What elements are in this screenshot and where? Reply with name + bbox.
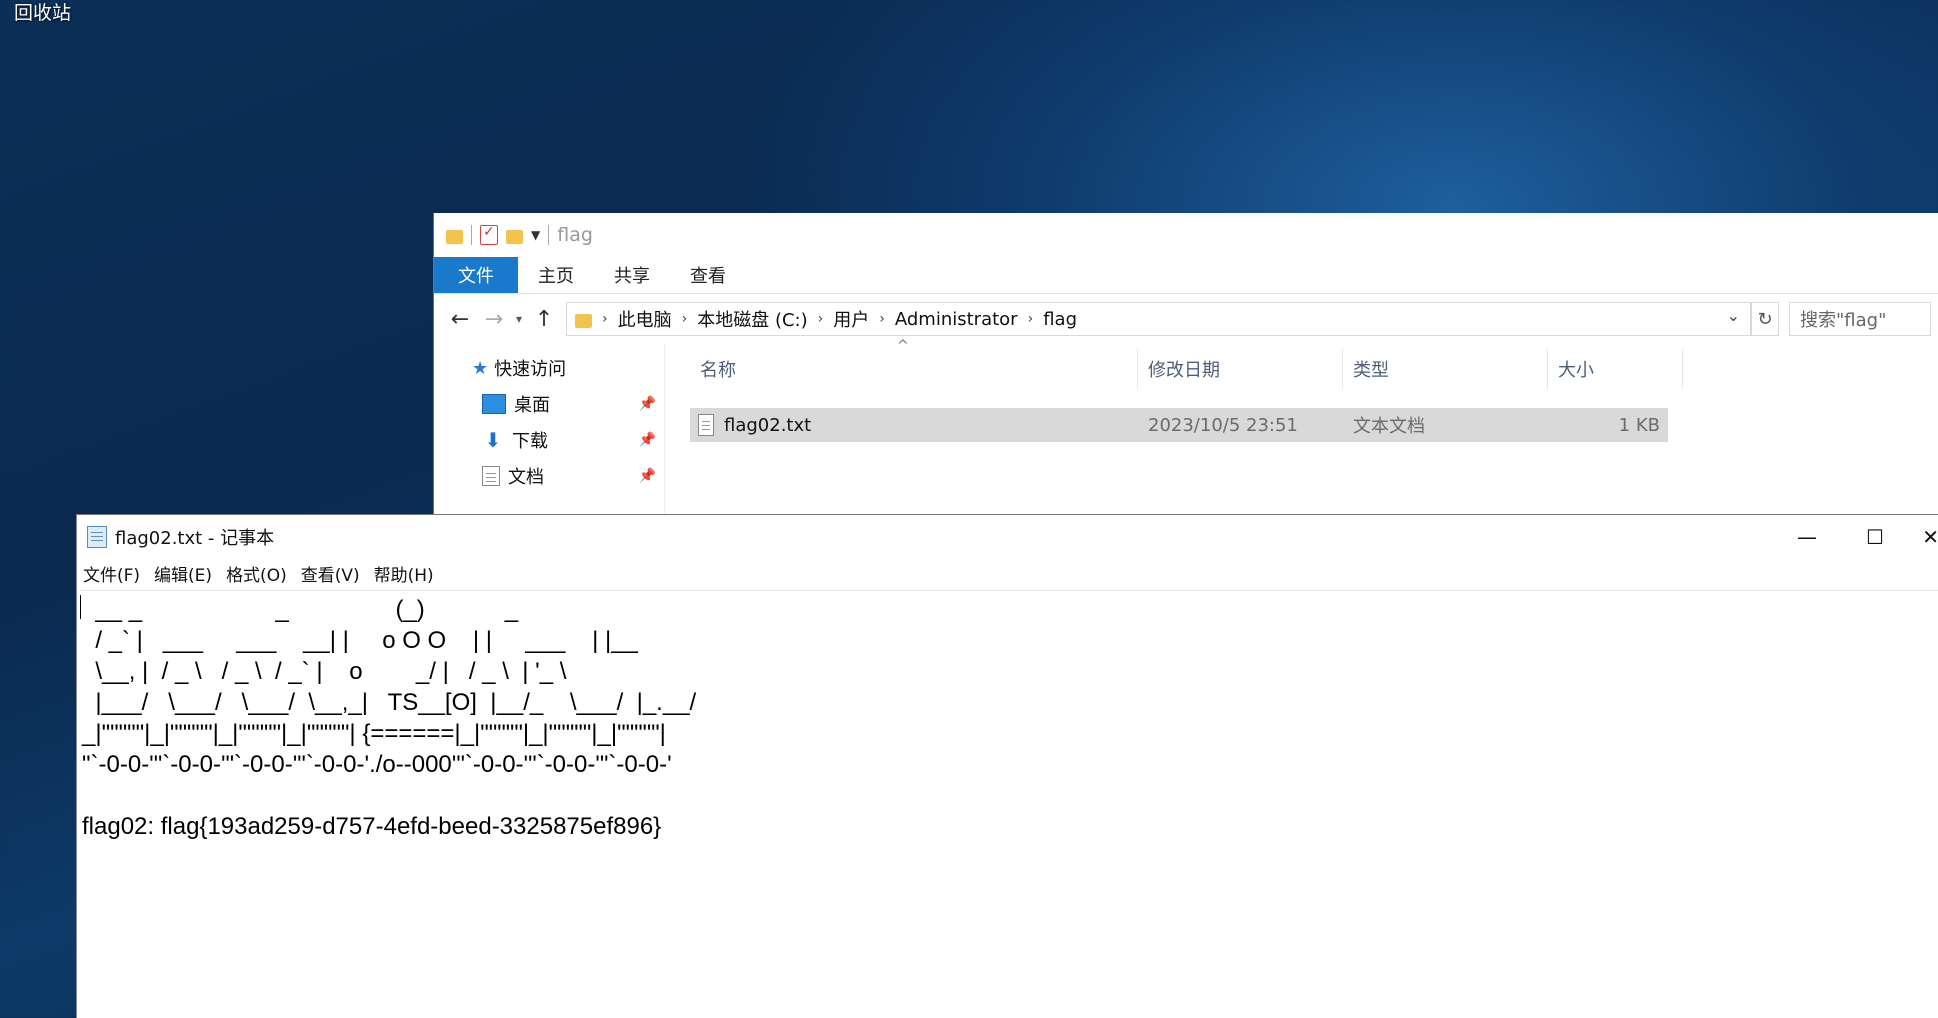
column-type[interactable]: 类型	[1343, 349, 1548, 389]
refresh-icon[interactable]: ↻	[1751, 302, 1780, 336]
file-name-cell: flag02.txt	[690, 414, 1138, 436]
chevron-right-icon[interactable]: ›	[1028, 311, 1034, 327]
download-icon: ⬇	[484, 428, 502, 452]
text-editor[interactable]: __ _ _ (_) _ / _` | ___ ___ __| | o O O …	[80, 590, 1938, 1018]
chevron-right-icon[interactable]: ›	[879, 311, 885, 327]
properties-icon[interactable]	[480, 224, 498, 245]
file-row[interactable]: flag02.txt 2023/10/5 23:51 文本文档 1 KB	[690, 408, 1668, 442]
search-input[interactable]: 搜索"flag"	[1789, 302, 1932, 336]
maximize-icon[interactable]: ☐	[1841, 515, 1909, 559]
tab-home[interactable]: 主页	[518, 257, 594, 293]
breadcrumb-users[interactable]: 用户	[833, 306, 869, 332]
breadcrumb-administrator[interactable]: Administrator	[895, 309, 1018, 330]
nav-item-label: 下载	[512, 431, 548, 452]
chevron-right-icon[interactable]: ›	[818, 311, 824, 327]
desktop-icon	[482, 394, 506, 414]
pin-icon[interactable]: 📌	[639, 468, 656, 484]
chevron-right-icon[interactable]: ›	[682, 311, 688, 327]
navigation-pane: ★ 快速访问 桌面 📌 ⬇ 下载 📌 文档 📌	[434, 344, 665, 518]
address-bar[interactable]: › 此电脑 › 本地磁盘 (C:) › 用户 › Administrator ›…	[566, 302, 1752, 336]
file-modified: 2023/10/5 23:51	[1148, 414, 1298, 436]
back-arrow-icon[interactable]: ←	[448, 307, 472, 332]
notepad-titlebar: flag02.txt - 记事本 — ☐ ✕	[77, 515, 1938, 559]
notepad-window: flag02.txt - 记事本 — ☐ ✕ 文件(F) 编辑(E) 格式(O)…	[76, 514, 1938, 1018]
nav-item-downloads[interactable]: ⬇ 下载 📌	[434, 422, 664, 458]
divider	[471, 225, 472, 245]
tab-view[interactable]: 查看	[670, 257, 746, 293]
nav-item-label: 快速访问	[494, 359, 567, 380]
nav-item-label: 文档	[508, 467, 544, 488]
minimize-icon[interactable]: —	[1773, 515, 1841, 559]
chevron-right-icon[interactable]: ›	[602, 311, 608, 327]
up-arrow-icon[interactable]: ↑	[532, 307, 556, 332]
menu-format[interactable]: 格式(O)	[226, 561, 287, 586]
new-folder-icon[interactable]	[506, 229, 523, 244]
folder-icon	[575, 313, 593, 328]
menu-help[interactable]: 帮助(H)	[374, 561, 434, 586]
menu-edit[interactable]: 编辑(E)	[154, 561, 212, 586]
recycle-bin-label[interactable]: 回收站	[14, 0, 71, 25]
file-list: ^ 名称 修改日期 类型 大小 flag02.txt 2023/10/5 23:…	[665, 338, 1938, 518]
notepad-icon	[87, 526, 107, 548]
tab-share[interactable]: 共享	[594, 257, 670, 293]
file-type: 文本文档	[1353, 416, 1425, 437]
divider	[548, 225, 550, 245]
column-date-modified[interactable]: 修改日期	[1138, 349, 1343, 389]
recent-locations-chevron-icon[interactable]: ▾	[516, 312, 522, 326]
file-explorer-window: ▼ flag 文件 主页 共享 查看 ← → ▾ ↑ › 此电脑 › 本地磁盘 …	[433, 213, 1938, 518]
menu-file[interactable]: 文件(F)	[83, 561, 140, 586]
text-file-icon	[698, 414, 714, 436]
notepad-menubar: 文件(F) 编辑(E) 格式(O) 查看(V) 帮助(H)	[77, 559, 1938, 587]
menu-view[interactable]: 查看(V)	[301, 561, 360, 586]
column-headers: ^ 名称 修改日期 类型 大小	[665, 338, 1938, 394]
chevron-down-icon[interactable]: ⌄	[1727, 306, 1740, 325]
window-title: flag	[557, 224, 593, 246]
close-icon[interactable]: ✕	[1909, 515, 1938, 559]
explorer-titlebar: ▼ flag	[434, 213, 1938, 257]
column-size[interactable]: 大小	[1548, 349, 1683, 389]
nav-item-documents[interactable]: 文档 📌	[434, 458, 664, 494]
sort-ascending-icon: ^	[897, 338, 909, 354]
breadcrumb-flag[interactable]: flag	[1043, 309, 1077, 330]
pin-icon[interactable]: 📌	[639, 432, 656, 448]
ribbon-tabs: 文件 主页 共享 查看	[434, 257, 1938, 294]
address-row: ← → ▾ ↑ › 此电脑 › 本地磁盘 (C:) › 用户 › Adminis…	[434, 294, 1938, 344]
nav-item-label: 桌面	[514, 395, 550, 416]
nav-item-quick-access[interactable]: ★ 快速访问	[434, 350, 664, 386]
nav-item-desktop[interactable]: 桌面 📌	[434, 386, 664, 422]
explorer-body: ★ 快速访问 桌面 📌 ⬇ 下载 📌 文档 📌 ^ 名称 修改日期 类型 大小 …	[434, 338, 1938, 518]
breadcrumb-local-disk[interactable]: 本地磁盘 (C:)	[697, 306, 807, 332]
file-name: flag02.txt	[724, 414, 812, 436]
tab-file[interactable]: 文件	[434, 257, 518, 293]
forward-arrow-icon[interactable]: →	[482, 307, 506, 332]
folder-icon	[446, 229, 463, 244]
notepad-title: flag02.txt - 记事本	[115, 528, 275, 549]
file-size: 1 KB	[1618, 414, 1660, 436]
column-name[interactable]: 名称	[690, 349, 1138, 389]
quick-access-dropdown-icon[interactable]: ▼	[531, 228, 540, 242]
document-icon	[482, 466, 500, 486]
breadcrumb-this-pc[interactable]: 此电脑	[618, 306, 672, 332]
pin-icon[interactable]: 📌	[639, 396, 656, 412]
text-caret	[80, 595, 81, 619]
star-icon: ★	[472, 357, 489, 379]
window-controls: — ☐ ✕	[1773, 515, 1938, 559]
